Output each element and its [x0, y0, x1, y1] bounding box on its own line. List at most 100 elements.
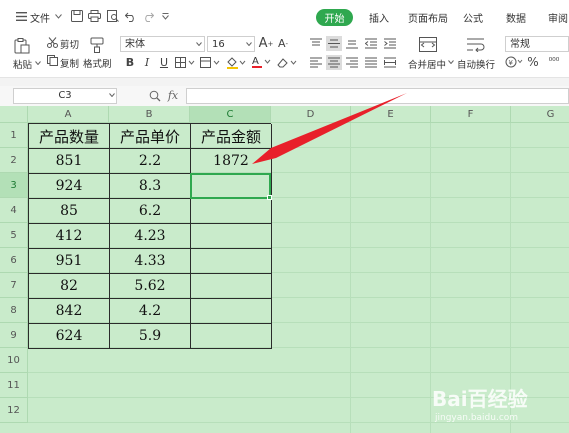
cell-c5[interactable]	[191, 224, 272, 249]
clear-format-icon[interactable]	[277, 55, 297, 69]
decrease-font-size-icon[interactable]: A-	[276, 35, 290, 52]
row-header-7[interactable]: 7	[0, 273, 28, 298]
row-header-3[interactable]: 3	[0, 173, 28, 198]
cell-a2[interactable]: 851	[29, 149, 110, 174]
merge-chevron-icon[interactable]	[448, 59, 454, 65]
row-header-4[interactable]: 4	[0, 198, 28, 223]
insert-function-button[interactable]: fx	[165, 88, 181, 103]
file-menu[interactable]: 文件	[30, 10, 50, 25]
cell-c8[interactable]	[191, 299, 272, 324]
redo-icon[interactable]	[141, 9, 155, 23]
indent-decrease-icon[interactable]	[364, 37, 378, 50]
percent-format-icon[interactable]: %	[527, 54, 539, 69]
distributed-align-icon[interactable]	[383, 56, 397, 69]
paste-icon[interactable]	[13, 37, 31, 54]
increase-font-size-icon[interactable]: A +	[259, 35, 274, 52]
row-header-8[interactable]: 8	[0, 298, 28, 323]
cell-a8[interactable]: 842	[29, 299, 110, 324]
row-header-1[interactable]: 1	[0, 123, 28, 148]
cell-c2[interactable]: 1872	[191, 149, 272, 174]
save-icon[interactable]	[70, 9, 84, 23]
header-cell-b1[interactable]: 产品单价	[110, 124, 191, 149]
merge-center-button[interactable]: 合并居中	[408, 57, 446, 71]
cell-c4[interactable]	[191, 199, 272, 224]
wrap-text-button[interactable]: 自动换行	[457, 57, 495, 71]
fill-handle[interactable]	[267, 195, 272, 200]
row-header-10[interactable]: 10	[0, 348, 28, 373]
cell-a6[interactable]: 951	[29, 249, 110, 274]
fill-color-icon[interactable]	[226, 55, 246, 69]
row-header-11[interactable]: 11	[0, 373, 28, 398]
cell-style-icon[interactable]	[200, 56, 220, 68]
cut-button[interactable]: 剪切	[60, 37, 79, 51]
align-top-icon[interactable]	[309, 37, 323, 50]
chevron-down-icon[interactable]	[51, 9, 65, 23]
cell-c3[interactable]	[191, 174, 272, 199]
cell-b2[interactable]: 2.2	[110, 149, 191, 174]
align-left-icon[interactable]	[309, 56, 323, 69]
justify-icon[interactable]	[364, 56, 378, 69]
align-right-icon[interactable]	[345, 56, 359, 69]
currency-format-icon[interactable]: ¥	[505, 55, 523, 69]
align-middle-icon[interactable]	[326, 36, 342, 51]
cell-b6[interactable]: 4.33	[110, 249, 191, 274]
header-cell-c1[interactable]: 产品金额	[191, 124, 272, 149]
cell-a3[interactable]: 924	[29, 174, 110, 199]
cell-c7[interactable]	[191, 274, 272, 299]
borders-icon[interactable]	[175, 56, 195, 68]
row-header-2[interactable]: 2	[0, 148, 28, 173]
font-size-chevron-icon[interactable]	[245, 41, 252, 47]
select-all-corner[interactable]	[0, 106, 28, 123]
print-preview-icon[interactable]	[106, 9, 120, 23]
cell-a5[interactable]: 412	[29, 224, 110, 249]
paste-button[interactable]: 粘贴	[13, 57, 32, 71]
column-header-d[interactable]: D	[271, 106, 351, 123]
name-box[interactable]: C3	[13, 88, 117, 104]
row-header-5[interactable]: 5	[0, 223, 28, 248]
number-format-select[interactable]: 常规	[505, 36, 569, 52]
zoom-search-icon[interactable]	[148, 89, 161, 102]
print-icon[interactable]	[87, 9, 101, 23]
font-name-select[interactable]: 宋体	[120, 36, 205, 52]
column-header-e[interactable]: E	[351, 106, 431, 123]
undo-icon[interactable]	[124, 9, 138, 23]
tab-insert[interactable]: 插入	[369, 10, 389, 25]
font-name-chevron-icon[interactable]	[195, 41, 202, 47]
customize-toolbar-chevron-icon[interactable]	[158, 9, 172, 23]
column-header-a[interactable]: A	[28, 106, 109, 123]
cell-a4[interactable]: 85	[29, 199, 110, 224]
bold-icon[interactable]: B	[124, 55, 136, 69]
paste-chevron-icon[interactable]	[34, 59, 41, 66]
row-header-9[interactable]: 9	[0, 323, 28, 348]
hamburger-menu-icon[interactable]	[14, 9, 28, 23]
tab-formulas[interactable]: 公式	[463, 10, 483, 25]
cell-b8[interactable]: 4.2	[110, 299, 191, 324]
align-bottom-icon[interactable]	[345, 37, 359, 50]
row-header-6[interactable]: 6	[0, 248, 28, 273]
cell-b7[interactable]: 5.62	[110, 274, 191, 299]
italic-icon[interactable]: I	[141, 55, 153, 69]
cell-b9[interactable]: 5.9	[110, 324, 191, 349]
align-center-icon[interactable]	[326, 55, 342, 70]
cell-a7[interactable]: 82	[29, 274, 110, 299]
cell-a9[interactable]: 624	[29, 324, 110, 349]
tab-review[interactable]: 审阅	[548, 10, 568, 25]
header-cell-a1[interactable]: 产品数量	[29, 124, 110, 149]
column-header-b[interactable]: B	[109, 106, 190, 123]
underline-icon[interactable]: U	[158, 55, 170, 69]
tab-page-layout[interactable]: 页面布局	[408, 10, 448, 25]
formula-input[interactable]	[186, 88, 569, 104]
row-header-12[interactable]: 12	[0, 398, 28, 423]
column-header-g[interactable]: G	[511, 106, 569, 123]
cell-b4[interactable]: 6.2	[110, 199, 191, 224]
copy-button[interactable]: 复制	[60, 56, 79, 70]
cell-b5[interactable]: 4.23	[110, 224, 191, 249]
tab-home[interactable]: 开始	[316, 9, 353, 26]
cell-b3[interactable]: 8.3	[110, 174, 191, 199]
name-box-chevron-icon[interactable]	[108, 92, 115, 98]
font-color-icon[interactable]: A	[251, 54, 271, 69]
indent-increase-icon[interactable]	[383, 37, 397, 50]
cell-c9[interactable]	[191, 324, 272, 349]
format-painter-button[interactable]: 格式刷	[83, 56, 112, 70]
thousands-separator-icon[interactable]: ⁰⁰⁰	[542, 54, 566, 69]
